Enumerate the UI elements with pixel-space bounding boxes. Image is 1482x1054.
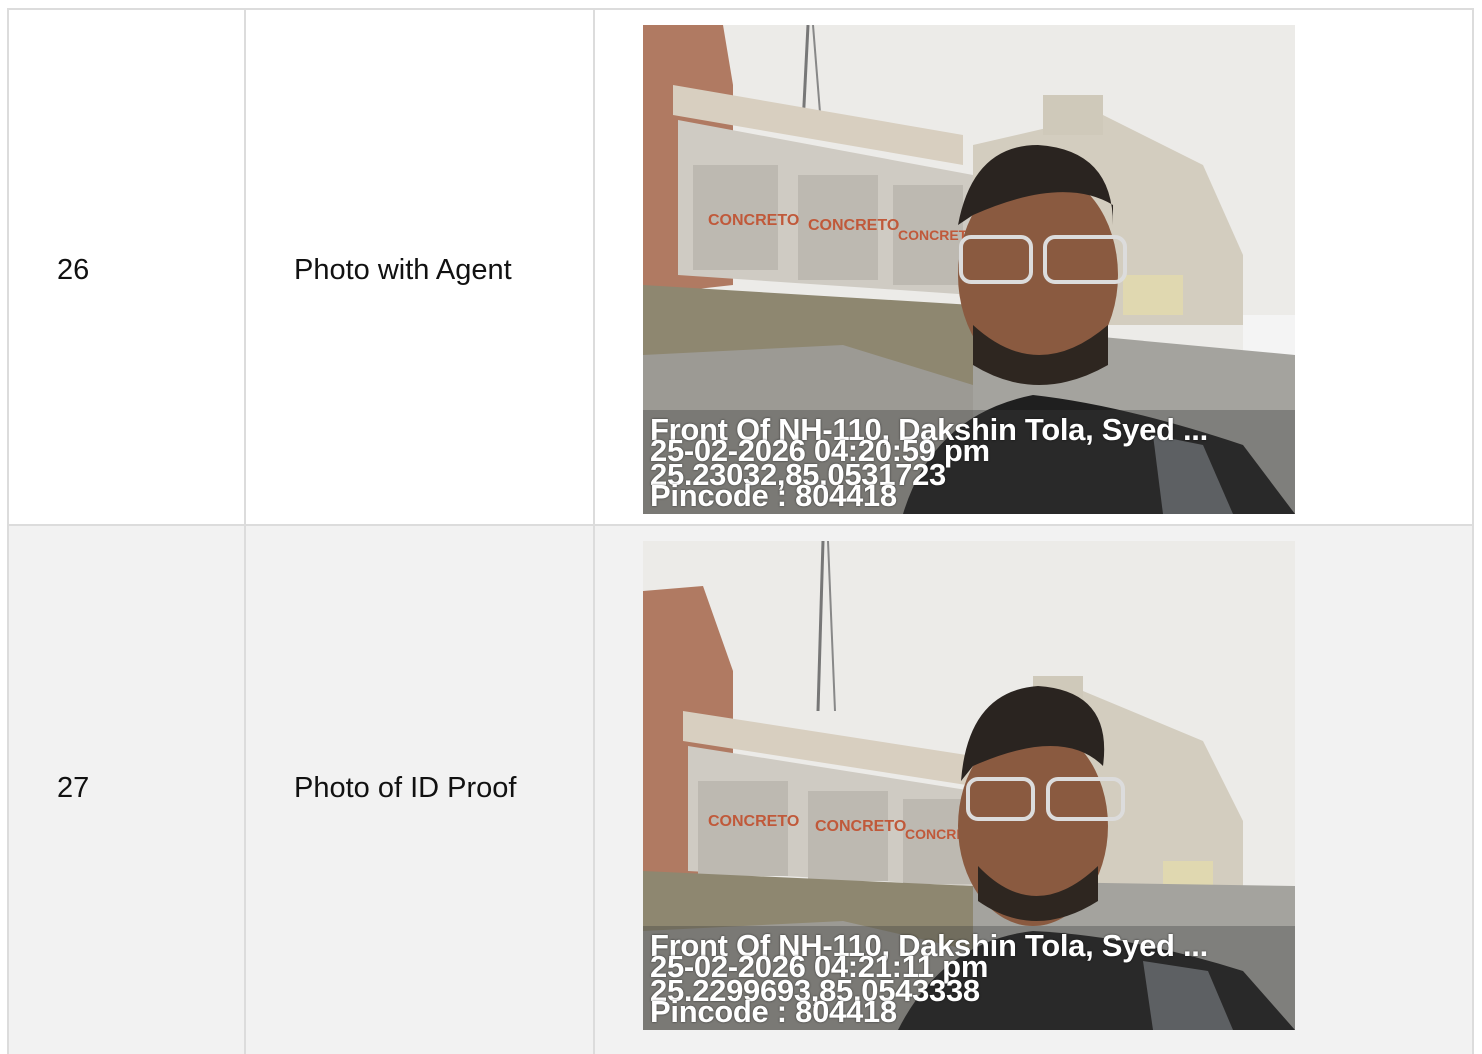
document-label-cell: Photo with Agent [244, 10, 593, 524]
geotag-overlay: Front Of NH-110, Dakshin Tola, Syed ... … [643, 926, 1295, 1030]
photo-cell: CONCRETO CONCRETO CONCRETO Front Of NH-1… [593, 526, 1474, 1054]
serial-number: 26 [57, 254, 90, 286]
svg-text:CONCRETO: CONCRETO [708, 813, 799, 830]
serial-number-cell: 27 [7, 526, 244, 1054]
photo-cell: CONCRETO CONCRETO CONCRETO Front Of NH-1… [593, 10, 1474, 524]
geotagged-photo[interactable]: CONCRETO CONCRETO CONCRETO Front Of NH-1… [643, 25, 1295, 514]
svg-text:CONCRETO: CONCRETO [815, 818, 906, 835]
document-label-cell: Photo of ID Proof [244, 526, 593, 1054]
serial-number-cell: 26 [7, 10, 244, 524]
geotag-pincode: Pincode : 804418 [650, 994, 897, 1029]
svg-text:CONCRETO: CONCRETO [708, 212, 799, 229]
table-row: 26 Photo with Agent CONCRETO CONCRETO CO [7, 8, 1474, 524]
document-label: Photo with Agent [294, 254, 512, 286]
document-label: Photo of ID Proof [294, 772, 517, 804]
geotag-overlay: Front Of NH-110, Dakshin Tola, Syed ... … [643, 410, 1295, 514]
serial-number: 27 [57, 772, 90, 804]
svg-text:CONCRETO: CONCRETO [808, 217, 899, 234]
table-row: 27 Photo of ID Proof CONCRETO CONCRETO C [7, 524, 1474, 1054]
geotagged-photo[interactable]: CONCRETO CONCRETO CONCRETO Front Of NH-1… [643, 541, 1295, 1030]
geotag-pincode: Pincode : 804418 [650, 478, 897, 513]
